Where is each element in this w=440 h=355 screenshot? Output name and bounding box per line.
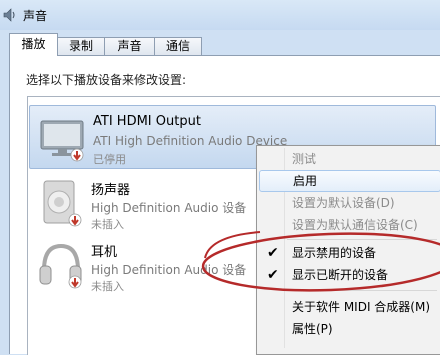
menu-item-label: 显示已断开的设备 [292, 268, 389, 282]
tab-communications[interactable]: 通信 [154, 37, 202, 55]
tab-playback[interactable]: 播放 [9, 33, 58, 56]
tab-sounds[interactable]: 声音 [104, 37, 155, 55]
menu-item-set-default-comm[interactable]: 设置为默认通信设备(C) [259, 214, 439, 236]
monitor-icon [40, 120, 84, 162]
device-description: High Definition Audio 设备 [91, 263, 247, 277]
menu-item-label: 设置为默认通信设备(C) [292, 218, 418, 232]
menu-item-show-disabled[interactable]: ✔ 显示禁用的设备 [259, 242, 439, 264]
device-status: 未插入 [91, 280, 124, 293]
menu-item-properties[interactable]: 属性(P) [259, 318, 439, 340]
speaker-icon [43, 180, 82, 227]
checkmark-icon: ✔ [267, 245, 279, 261]
instruction-label: 选择以下播放设备来修改设置: [26, 73, 187, 87]
title-bar[interactable]: 声音 [0, 0, 440, 30]
tab-recording[interactable]: 录制 [57, 37, 105, 55]
device-description: High Definition Audio 设备 [91, 201, 247, 215]
menu-item-about-midi[interactable]: 关于软件 MIDI 合成器(M) [259, 296, 439, 318]
headphones-icon [39, 243, 82, 289]
menu-item-set-default[interactable]: 设置为默认设备(D) [259, 192, 439, 214]
menu-item-label: 显示禁用的设备 [292, 246, 377, 260]
menu-separator [287, 290, 437, 291]
device-status: 未插入 [91, 218, 124, 231]
menu-item-enable[interactable]: 启用 [259, 170, 440, 192]
menu-item-label: 测试 [292, 152, 317, 166]
menu-separator [287, 239, 437, 240]
window-title: 声音 [23, 9, 48, 23]
speaker-icon [3, 8, 15, 22]
device-status: 已停用 [93, 153, 126, 166]
menu-item-show-disconnected[interactable]: ✔ 显示已断开的设备 [259, 264, 439, 286]
menu-item-label: 设置为默认设备(D) [292, 196, 395, 210]
checkmark-icon: ✔ [267, 267, 279, 283]
menu-item-label: 属性(P) [292, 322, 333, 336]
device-name: 耳机 [91, 245, 118, 260]
device-name: 扬声器 [91, 183, 131, 198]
menu-item-label: 启用 [293, 174, 318, 188]
tab-bar: 播放 录制 声音 通信 [0, 30, 440, 56]
menu-item-label: 关于软件 MIDI 合成器(M) [292, 300, 431, 314]
context-menu: 测试 启用 设置为默认设备(D) 设置为默认通信设备(C) ✔ 显示禁用的设备 … [256, 145, 440, 355]
menu-item-test[interactable]: 测试 [259, 148, 439, 170]
device-name: ATI HDMI Output [93, 114, 201, 129]
